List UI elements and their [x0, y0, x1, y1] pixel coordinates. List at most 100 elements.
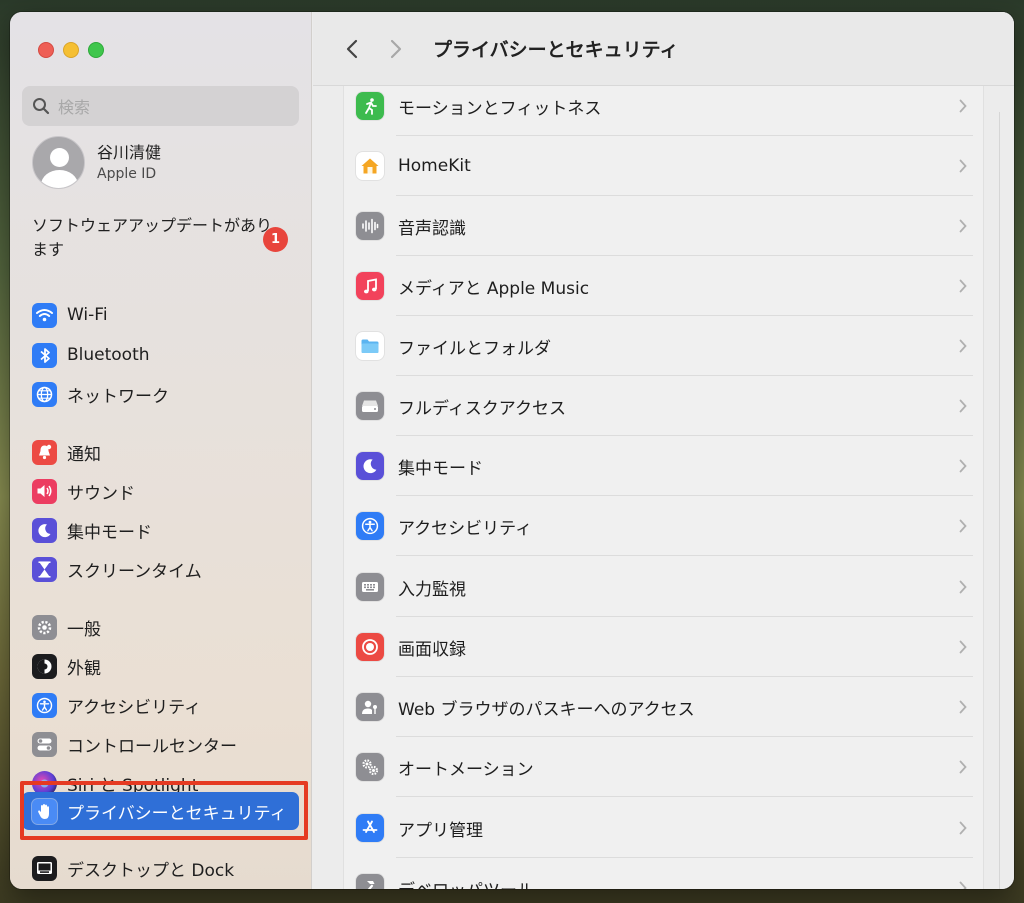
gears-icon: [356, 753, 384, 781]
hourglass-icon: [32, 556, 57, 582]
list-item-automation[interactable]: オートメーション: [356, 737, 973, 797]
scrollbar-track[interactable]: [999, 112, 1000, 889]
zoom-button[interactable]: [88, 42, 104, 58]
chevron-right-icon: [953, 159, 973, 173]
account-subtitle: Apple ID: [97, 165, 157, 182]
list-item-label: HomeKit: [398, 156, 471, 176]
sidebar-item-sound[interactable]: サウンド: [22, 473, 299, 509]
list-item-app-management[interactable]: アプリ管理: [356, 798, 973, 858]
sidebar-item-label: 通知: [67, 444, 101, 465]
chevron-right-icon: [953, 99, 973, 113]
sidebar-item-control-center[interactable]: コントロールセンター: [22, 726, 299, 762]
sidebar-item-desktop-dock[interactable]: デスクトップと Dock: [22, 850, 299, 886]
list-item-web-passkeys[interactable]: Web ブラウザのパスキーへのアクセス: [356, 677, 973, 737]
list-item-media-apple-music[interactable]: メディアと Apple Music: [356, 256, 973, 316]
globe-icon: [32, 381, 57, 407]
sidebar-item-label: サウンド: [67, 483, 135, 504]
keyboard-icon: [356, 573, 384, 601]
back-button[interactable]: [333, 30, 371, 68]
chevron-right-icon: [953, 700, 973, 714]
sidebar-item-label: 一般: [67, 619, 101, 640]
chevron-right-icon: [953, 881, 973, 889]
sidebar-item-general[interactable]: 一般: [22, 609, 299, 645]
sidebar-item-network[interactable]: ネットワーク: [22, 376, 299, 412]
chevron-right-icon: [953, 399, 973, 413]
list-item-label: フルディスクアクセス: [398, 398, 566, 419]
list-item-motion-fitness[interactable]: モーションとフィットネス: [356, 76, 973, 136]
forward-button[interactable]: [377, 30, 415, 68]
wifi-icon: [32, 302, 57, 328]
dock-icon: [32, 855, 57, 881]
search-placeholder: 検索: [58, 98, 91, 117]
sidebar-item-accessibility[interactable]: アクセシビリティ: [22, 687, 299, 723]
settings-window: 検索 谷川清健 Apple ID ソフトウェアアップデートがあります 1 Wi-…: [10, 12, 1014, 889]
list-item-label: モーションとフィットネス: [398, 98, 602, 119]
list-item-accessibility[interactable]: アクセシビリティ: [356, 496, 973, 556]
sidebar-item-label: ネットワーク: [67, 386, 169, 407]
list-item-speech-recognition[interactable]: 音声認識: [356, 196, 973, 256]
home-icon: [356, 152, 384, 180]
list-item-label: オートメーション: [398, 759, 534, 780]
toggles-icon: [32, 731, 57, 757]
list-item-full-disk-access[interactable]: フルディスクアクセス: [356, 376, 973, 436]
sidebar-item-bluetooth[interactable]: Bluetooth: [22, 337, 299, 373]
sidebar-item-label: デスクトップと Dock: [67, 860, 235, 881]
list-item-label: メディアと Apple Music: [398, 278, 590, 299]
sidebar-item-label: プライバシーとセキュリティ: [67, 803, 287, 824]
accessibility-icon: [356, 512, 384, 540]
list-item-input-monitoring[interactable]: 入力監視: [356, 557, 973, 617]
sidebar-item-wifi[interactable]: Wi-Fi: [22, 297, 299, 333]
list-item-label: 画面収録: [398, 639, 466, 660]
page-title: プライバシーとセキュリティ: [433, 39, 679, 61]
list-item-developer-tools[interactable]: デベロッパツール: [356, 858, 973, 889]
list-item-label: 入力監視: [398, 579, 466, 600]
accessibility-icon: [32, 692, 57, 718]
close-button[interactable]: [38, 42, 54, 58]
account-name: 谷川清健: [97, 142, 162, 162]
waveform-icon: [356, 212, 384, 240]
sidebar-item-privacy-security[interactable]: プライバシーとセキュリティ: [22, 792, 299, 830]
list-item-focus[interactable]: 集中モード: [356, 436, 973, 496]
sidebar-item-label: 集中モード: [67, 522, 152, 543]
sidebar-item-screen-time[interactable]: スクリーンタイム: [22, 551, 299, 587]
list-item-label: デベロッパツール: [398, 876, 953, 890]
sidebar-item-label: Wi-Fi: [67, 305, 108, 325]
gear-icon: [32, 614, 57, 640]
bell-icon: [32, 439, 57, 465]
avatar: [32, 136, 85, 189]
chevron-left-icon: [346, 39, 358, 58]
privacy-list: モーションとフィットネス HomeKit 音声認識 メディアと Apple Mu…: [343, 86, 984, 889]
search-field[interactable]: 検索: [22, 86, 299, 126]
list-item-homekit[interactable]: HomeKit: [356, 136, 973, 196]
chevron-right-icon: [953, 580, 973, 594]
chevron-right-icon: [953, 459, 973, 473]
apple-id-account[interactable]: 谷川清健 Apple ID: [32, 136, 161, 189]
toolbar: プライバシーとセキュリティ: [313, 12, 1014, 86]
sidebar-item-appearance[interactable]: 外観: [22, 648, 299, 684]
list-item-label: 音声認識: [398, 218, 466, 239]
software-update-notice[interactable]: ソフトウェアアップデートがあります: [32, 214, 282, 262]
list-item-files-folders[interactable]: ファイルとフォルダ: [356, 316, 973, 376]
list-item-label: ファイルとフォルダ: [398, 338, 551, 359]
sidebar-item-label: アクセシビリティ: [67, 697, 202, 718]
sidebar-item-label: スクリーンタイム: [67, 561, 202, 582]
fitness-icon: [356, 92, 384, 120]
music-icon: [356, 272, 384, 300]
appstore-icon: [356, 814, 384, 842]
sidebar-item-focus[interactable]: 集中モード: [22, 512, 299, 548]
minimize-button[interactable]: [63, 42, 79, 58]
moon-icon: [32, 517, 57, 543]
moon-icon: [356, 452, 384, 480]
hammer-icon: [356, 874, 384, 889]
sidebar: 検索 谷川清健 Apple ID ソフトウェアアップデートがあります 1 Wi-…: [10, 12, 312, 889]
person-key-icon: [356, 693, 384, 721]
list-item-label: 集中モード: [398, 458, 483, 479]
search-icon: [32, 97, 50, 115]
appearance-icon: [32, 653, 57, 679]
chevron-right-icon: [390, 39, 402, 58]
hand-icon: [32, 798, 57, 824]
disk-icon: [356, 392, 384, 420]
sidebar-item-notifications[interactable]: 通知: [22, 434, 299, 470]
record-icon: [356, 633, 384, 661]
list-item-screen-recording[interactable]: 画面収録: [356, 617, 973, 677]
